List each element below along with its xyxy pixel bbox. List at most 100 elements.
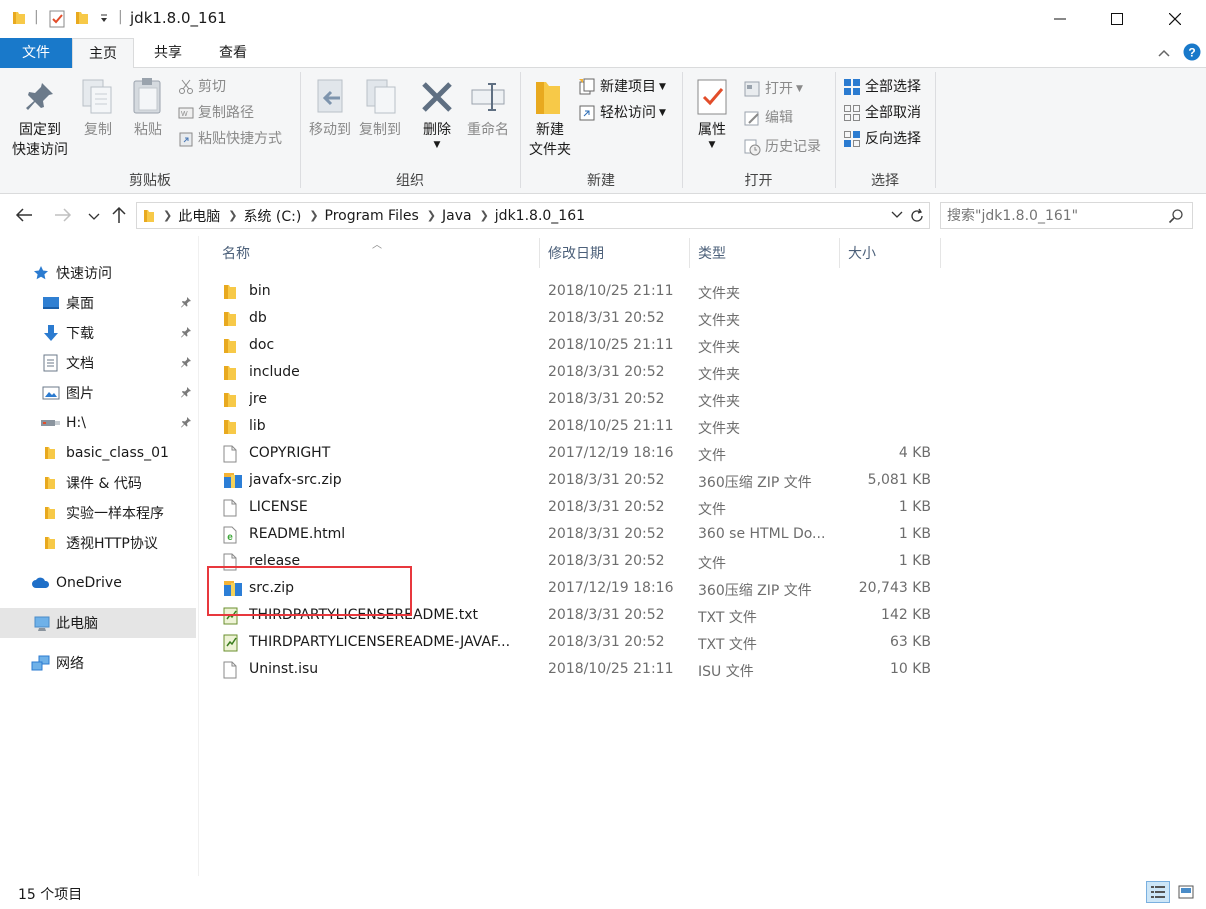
file-row[interactable]: COPYRIGHT 2017/12/19 18:16 文件 4 KB — [206, 441, 946, 468]
column-divider[interactable] — [839, 238, 840, 268]
file-type: 360压缩 ZIP 文件 — [698, 475, 812, 491]
file-row[interactable]: THIRDPARTYLICENSEREADME-JAVAF... 2018/3/… — [206, 630, 946, 657]
folder-icon — [44, 505, 56, 521]
pane-divider[interactable] — [198, 236, 199, 876]
breadcrumb-chevron-icon[interactable]: ❯ — [480, 209, 489, 222]
easy-access-button[interactable]: 轻松访问 ▼ — [578, 102, 666, 124]
large-icons-view-button[interactable] — [1174, 881, 1198, 903]
close-button[interactable] — [1146, 0, 1204, 38]
new-item-button[interactable]: 新建项目 ▼ — [578, 76, 666, 98]
tab-view[interactable]: 查看 — [200, 38, 266, 68]
properties-quick-icon[interactable] — [48, 10, 66, 32]
cut-button[interactable]: 剪切 — [178, 76, 226, 98]
copy-path-button[interactable]: W 复制路径 — [178, 102, 254, 124]
select-all-button[interactable]: 全部选择 — [843, 76, 921, 98]
file-row[interactable]: include 2018/3/31 20:52 文件夹 — [206, 360, 946, 387]
column-header-size[interactable]: 大小 — [848, 236, 938, 272]
up-button[interactable] — [111, 206, 127, 228]
column-divider[interactable] — [940, 238, 941, 268]
address-dropdown-button[interactable] — [891, 210, 903, 220]
recent-locations-button[interactable] — [88, 210, 100, 226]
back-arrow-icon — [15, 208, 32, 222]
file-row[interactable]: lib 2018/10/25 21:11 文件夹 — [206, 414, 946, 441]
column-divider[interactable] — [689, 238, 690, 268]
breadcrumb-system-c[interactable]: 系统 (C:) — [243, 206, 301, 226]
file-row[interactable]: bin 2018/10/25 21:11 文件夹 — [206, 279, 946, 306]
column-header-date[interactable]: 修改日期 — [548, 236, 688, 272]
nav-folder-lab-sample[interactable]: 实验一样本程序 — [0, 498, 196, 528]
file-row[interactable]: doc 2018/10/25 21:11 文件夹 — [206, 333, 946, 360]
search-input[interactable] — [947, 206, 1157, 225]
breadcrumb-chevron-icon[interactable]: ❯ — [228, 209, 237, 222]
breadcrumb-java[interactable]: Java — [442, 208, 472, 224]
properties-button[interactable]: 属性 ▼ — [688, 120, 736, 150]
nav-onedrive[interactable]: OneDrive — [0, 568, 196, 598]
pin-icon[interactable] — [180, 416, 192, 432]
select-none-button[interactable]: 全部取消 — [843, 102, 921, 124]
maximize-button[interactable] — [1088, 0, 1146, 38]
tab-home[interactable]: 主页 — [72, 38, 134, 69]
nav-folder-http[interactable]: 透视HTTP协议 — [0, 528, 196, 558]
file-row[interactable]: Uninst.isu 2018/10/25 21:11 ISU 文件 10 KB — [206, 657, 946, 684]
breadcrumb-chevron-icon[interactable]: ❯ — [163, 209, 172, 222]
column-header-name[interactable]: 名称 — [222, 236, 538, 272]
column-header-type[interactable]: 类型 — [698, 236, 838, 272]
refresh-button[interactable] — [908, 207, 926, 225]
copy-to-icon — [365, 78, 401, 122]
file-date: 2018/10/25 21:11 — [548, 418, 674, 434]
open-button[interactable]: 打开 ▼ — [743, 78, 803, 100]
nav-documents[interactable]: 文档 — [0, 348, 196, 378]
nav-quick-access[interactable]: 快速访问 — [0, 258, 196, 288]
file-row[interactable]: jre 2018/3/31 20:52 文件夹 — [206, 387, 946, 414]
nav-folder-basic-class[interactable]: basic_class_01 — [0, 438, 196, 468]
back-button[interactable] — [15, 207, 33, 227]
pin-icon[interactable] — [180, 296, 192, 312]
nav-drive-h[interactable]: H:\ — [0, 408, 196, 438]
breadcrumb-this-pc[interactable]: 此电脑 — [178, 206, 220, 226]
copy-to-button[interactable]: 复制到 — [354, 120, 406, 140]
nav-pictures[interactable]: 图片 — [0, 378, 196, 408]
help-icon[interactable]: ? — [1183, 43, 1201, 65]
breadcrumb-jdk[interactable]: jdk1.8.0_161 — [495, 208, 585, 224]
minimize-button[interactable] — [1031, 0, 1089, 38]
address-bar[interactable]: ❯ 此电脑 ❯ 系统 (C:) ❯ Program Files ❯ Java ❯… — [136, 202, 930, 229]
new-folder-button[interactable]: 新建 文件夹 — [522, 120, 578, 160]
breadcrumb-program-files[interactable]: Program Files — [325, 208, 419, 224]
pin-icon[interactable] — [180, 326, 192, 342]
search-box[interactable] — [940, 202, 1193, 229]
paste-shortcut-button[interactable]: 粘贴快捷方式 — [178, 128, 282, 150]
history-button[interactable]: 历史记录 — [743, 136, 821, 158]
copy-button[interactable]: 复制 — [76, 120, 120, 140]
rename-button[interactable]: 重命名 — [462, 120, 514, 140]
nav-desktop[interactable]: 桌面 — [0, 288, 196, 318]
move-to-button[interactable]: 移动到 — [304, 120, 356, 140]
nav-network[interactable]: 网络 — [0, 648, 196, 678]
nav-downloads[interactable]: 下载 — [0, 318, 196, 348]
nav-this-pc[interactable]: 此电脑 — [0, 608, 196, 638]
paste-button[interactable]: 粘贴 — [126, 120, 170, 140]
invert-selection-button[interactable]: 反向选择 — [843, 128, 921, 150]
tab-share[interactable]: 共享 — [136, 38, 200, 68]
tab-file[interactable]: 文件 — [0, 38, 72, 68]
forward-button[interactable] — [54, 207, 72, 227]
pin-icon[interactable] — [180, 356, 192, 372]
details-view-button[interactable] — [1146, 881, 1170, 903]
edit-button[interactable]: 编辑 — [743, 107, 793, 129]
group-divider — [935, 72, 936, 188]
file-row[interactable]: db 2018/3/31 20:52 文件夹 — [206, 306, 946, 333]
file-row[interactable]: LICENSE 2018/3/31 20:52 文件 1 KB — [206, 495, 946, 522]
chevron-down-icon — [88, 213, 100, 220]
customize-quick-access-icon[interactable] — [99, 12, 109, 28]
breadcrumb-chevron-icon[interactable]: ❯ — [427, 209, 436, 222]
pin-to-quick-access-button[interactable]: 固定到 快速访问 — [8, 120, 72, 160]
file-row[interactable]: javafx-src.zip 2018/3/31 20:52 360压缩 ZIP… — [206, 468, 946, 495]
delete-button[interactable]: 删除 ▼ — [414, 120, 460, 150]
search-icon[interactable] — [1168, 208, 1184, 224]
breadcrumb-chevron-icon[interactable]: ❯ — [309, 209, 318, 222]
collapse-ribbon-icon[interactable] — [1158, 46, 1170, 62]
pin-icon[interactable] — [180, 386, 192, 402]
column-divider[interactable] — [539, 238, 540, 268]
new-folder-quick-icon[interactable] — [75, 10, 89, 30]
nav-folder-courseware[interactable]: 课件 & 代码 — [0, 468, 196, 498]
file-row[interactable]: e README.html 2018/3/31 20:52 360 se HTM… — [206, 522, 946, 549]
